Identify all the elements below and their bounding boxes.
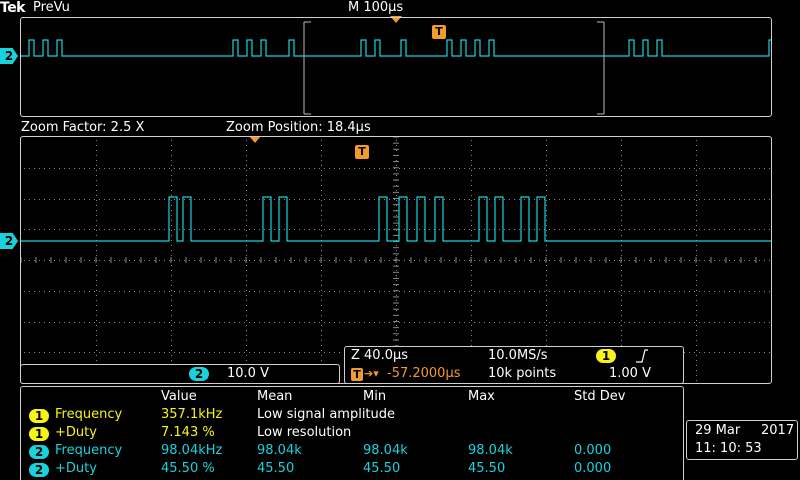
measurement-row[interactable]: 2 +Duty 45.50 % 45.50 45.50 45.50 0.000 [21,461,661,479]
acquisition-box[interactable]: Z 40.0µs 10.0MS/s 1 T ➔▾ -57.2000µs 10k … [344,346,684,384]
waveform-path [21,196,771,242]
row-max: 45.50 [468,461,506,476]
time: 11: 10: 53 [695,441,762,456]
row-channel-badge: 2 [29,463,49,477]
zoom-factor-label: Zoom Factor: 2.5 X [21,120,145,135]
header-min: Min [363,389,387,404]
row-value: 45.50 % [161,461,215,476]
header-stddev: Std Dev [574,389,626,404]
acquisition-mode: PreVu [33,0,70,15]
brand-logo: Tek [0,0,26,16]
row-channel-badge: 1 [29,409,49,423]
row-stddev: 0.000 [574,461,612,476]
measurement-header-row: Value Mean Min Max Std Dev [21,389,661,407]
row-min: 98.04k [363,443,408,458]
row-value: 7.143 % [161,425,215,440]
row-name: Frequency [55,407,123,422]
overview-trigger-marker: T [432,25,446,39]
waveform-path [21,39,771,57]
main-timebase: M 100µs [348,0,404,15]
row-min: 45.50 [363,461,401,476]
channel2-badge: 2 [189,367,209,381]
zoom-trigger-marker: T [355,145,369,159]
year: 2017 [761,423,795,438]
zoom-position-label: Zoom Position: 18.4µs [226,120,371,135]
sample-rate: 10.0MS/s [488,348,548,363]
header-max: Max [468,389,495,404]
channel-scale-box[interactable]: 2 10.0 V [20,364,340,384]
header-mean: Mean [257,389,293,404]
rising-edge-icon [636,349,648,363]
row-mean: 98.04k [257,443,302,458]
overview-waveform-panel [20,17,772,117]
row-channel-badge: 1 [29,427,49,441]
row-name: +Duty [55,461,97,476]
row-name: +Duty [55,425,97,440]
zoom-channel2-tag: 2 [0,233,18,249]
overview-trace [21,39,771,57]
header-value: Value [161,389,197,404]
trigger-source-badge: 1 [596,349,616,363]
measurement-row[interactable]: 1 Frequency 357.1kHz Low signal amplitud… [21,407,661,425]
trigger-level: 1.00 V [609,366,651,381]
measurement-panel[interactable]: Value Mean Min Max Std Dev 1 Frequency 3… [20,386,684,480]
row-value: 357.1kHz [161,407,223,422]
overview-waveform [21,21,771,115]
zoom-timebase: Z 40.0µs [351,348,409,363]
datetime-box[interactable]: 29 Mar 2017 11: 10: 53 [686,420,798,460]
row-name: Frequency [55,443,123,458]
row-channel-badge: 2 [29,445,49,459]
date: 29 Mar [695,423,741,438]
measurement-row[interactable]: 1 +Duty 7.143 % Low resolution [21,425,661,443]
row-mean: Low signal amplitude [257,407,396,422]
overview-channel2-tag: 2 [0,48,18,64]
volts-per-div: 10.0 V [227,366,269,381]
row-mean: Low resolution [257,425,352,440]
trigger-position: -57.2000µs [387,366,461,381]
row-max: 98.04k [468,443,513,458]
row-stddev: 0.000 [574,443,612,458]
record-length: 10k points [488,366,557,381]
trigger-arrow-icon: ➔▾ [364,367,379,380]
row-value: 98.04kHz [161,443,223,458]
trigger-marker: T [351,368,363,381]
row-mean: 45.50 [257,461,295,476]
zoom-trace [21,196,771,242]
measurement-row[interactable]: 2 Frequency 98.04kHz 98.04k 98.04k 98.04… [21,443,661,461]
